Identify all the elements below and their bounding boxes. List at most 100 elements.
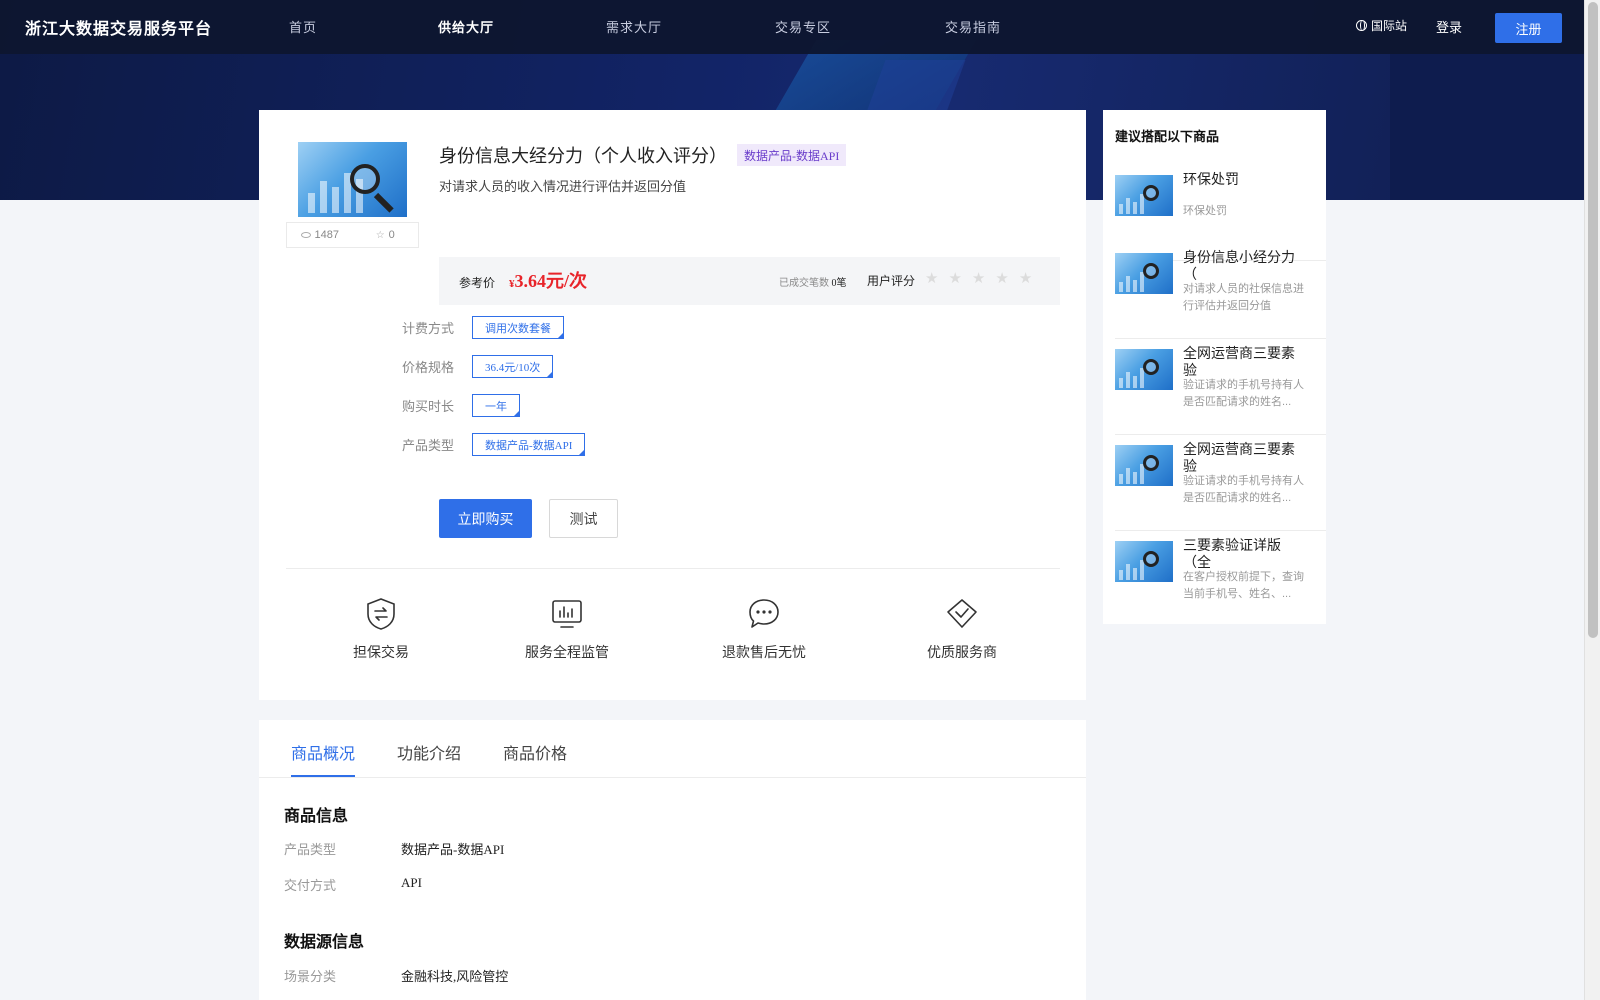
shield-exchange-icon [367, 598, 395, 630]
recommend-item-name: 环保处罚 [1183, 171, 1239, 187]
divider [286, 568, 1060, 569]
spec-label: 产品类型 [402, 438, 455, 453]
recommend-thumbnail [1115, 349, 1173, 390]
price-bar: 参考价 ¥3.64元/次 已成交笔数 0笔 用户评分 ★ ★ ★ ★ ★ [439, 257, 1060, 305]
magnifier-icon [350, 164, 380, 194]
feature-full-supervision: 服务全程监管 [525, 596, 609, 662]
view-count-value: 1487 [314, 229, 339, 241]
recommend-item-name: 全网运营商三要素验 [1183, 441, 1295, 474]
site-logo[interactable]: 浙江大数据交易服务平台 [25, 15, 212, 39]
product-detail-card: 1487 ☆ 0 身份信息大经分力（个人收入评分） 数据产品-数据API 对请求… [259, 110, 1086, 700]
recommend-panel: 建议搭配以下商品 环保处罚 环保处罚 身份信息小经分力（ 对请求人员的社保信息进… [1103, 110, 1326, 624]
product-image [298, 142, 407, 217]
spec-option-product-type[interactable]: 数据产品-数据API [472, 433, 586, 456]
tab-pricing[interactable]: 商品价格 [503, 720, 567, 777]
recommend-item-desc: 验证请求的手机号持有人是否匹配请求的姓名... [1183, 475, 1304, 504]
recommend-item-desc: 对请求人员的社保信息进行评估并返回分值 [1183, 283, 1304, 312]
recommend-item-desc: 在客户授权前提下，查询当前手机号、姓名、... [1183, 571, 1304, 600]
spec-row-billing: 计费方式 调用次数套餐 [402, 316, 564, 339]
spec-label: 购买时长 [402, 399, 455, 414]
deals-label: 已成交笔数 [779, 278, 829, 289]
info-value: 金融科技,风险管控 [401, 969, 509, 984]
spec-option-duration[interactable]: 一年 [472, 394, 520, 417]
tab-features[interactable]: 功能介绍 [397, 720, 461, 777]
deals-count: 已成交笔数 0笔 [779, 274, 847, 289]
star-icon[interactable]: ★ [1019, 269, 1032, 287]
recommend-item-desc: 验证请求的手机号持有人是否匹配请求的姓名... [1183, 379, 1304, 408]
nav-item-supply-hall[interactable]: 供给大厅 [438, 17, 494, 36]
star-icon[interactable]: ★ [972, 269, 985, 287]
spec-option-price-spec[interactable]: 36.4元/10次 [472, 355, 554, 378]
spec-row-duration: 购买时长 一年 [402, 394, 520, 417]
recommend-item-desc: 环保处罚 [1183, 205, 1227, 217]
recommend-item[interactable]: 三要素验证详版（全 在客户授权前提下，查询当前手机号、姓名、... [1115, 531, 1326, 624]
star-outline-icon: ☆ [375, 229, 385, 241]
favorite-count[interactable]: ☆ 0 [353, 229, 419, 241]
info-key: 交付方式 [284, 878, 337, 893]
buy-now-button[interactable]: 立即购买 [439, 499, 532, 538]
diamond-check-icon [947, 599, 977, 628]
product-stats: 1487 ☆ 0 [286, 222, 419, 248]
nav-item-trade-guide[interactable]: 交易指南 [945, 17, 1001, 36]
info-key: 场景分类 [284, 969, 337, 984]
rating-label: 用户评分 [867, 274, 916, 288]
info-row: 场景分类 金融科技,风险管控 [284, 966, 508, 985]
scrollbar-thumb[interactable] [1588, 2, 1598, 638]
nav-item-demand-hall[interactable]: 需求大厅 [606, 17, 662, 36]
deals-value: 0笔 [831, 278, 847, 289]
page-scrollbar[interactable] [1584, 0, 1600, 1000]
section-title-product-info: 商品信息 [284, 808, 349, 825]
info-value: 数据产品-数据API [401, 842, 505, 857]
spec-label: 计费方式 [402, 321, 455, 336]
star-icon[interactable]: ★ [995, 269, 1008, 287]
login-link[interactable]: 登录 [1436, 17, 1462, 36]
magnifier-handle [373, 192, 394, 213]
feature-guaranteed-trade: 担保交易 [353, 596, 409, 662]
spec-label: 价格规格 [402, 360, 455, 375]
recommend-item[interactable]: 身份信息小经分力（ 对请求人员的社保信息进行评估并返回分值 [1115, 243, 1326, 339]
recommend-thumbnail [1115, 445, 1173, 486]
view-count: 1487 [287, 229, 353, 241]
international-site-link[interactable]: 国际站 [1356, 17, 1407, 34]
tab-overview[interactable]: 商品概况 [291, 720, 356, 777]
price-amount: 3.64元/次 [514, 271, 588, 291]
international-site-label: 国际站 [1371, 19, 1408, 33]
feature-refund-worry-free: 退款售后无忧 [722, 596, 806, 662]
feature-quality-provider: 优质服务商 [927, 596, 997, 662]
rating-stars[interactable]: ★ ★ ★ ★ ★ [925, 269, 1032, 287]
info-value: API [401, 875, 422, 890]
feature-label: 退款售后无忧 [722, 644, 806, 660]
recommend-thumbnail [1115, 253, 1173, 294]
hero-decoration [1390, 40, 1584, 200]
price-label: 参考价 [459, 276, 496, 290]
test-button[interactable]: 测试 [549, 499, 618, 538]
recommend-item[interactable]: 全网运营商三要素验 验证请求的手机号持有人是否匹配请求的姓名... [1115, 339, 1326, 435]
product-description: 对请求人员的收入情况进行评估并返回分值 [439, 179, 687, 194]
spec-option-billing[interactable]: 调用次数套餐 [472, 316, 564, 339]
product-title: 身份信息大经分力（个人收入评分） [439, 146, 727, 166]
info-row: 交付方式 API [284, 875, 422, 894]
spec-row-price-spec: 价格规格 36.4元/10次 [402, 355, 554, 378]
price-value: ¥3.64元/次 [509, 267, 587, 293]
recommend-item-name: 身份信息小经分力（ [1183, 249, 1295, 282]
recommend-title: 建议搭配以下商品 [1115, 129, 1220, 144]
tab-bar: 商品概况 功能介绍 商品价格 [291, 720, 567, 777]
section-title-source-info: 数据源信息 [284, 934, 365, 951]
divider [259, 777, 1086, 778]
feature-label: 优质服务商 [927, 644, 997, 660]
product-type-tag: 数据产品-数据API [737, 144, 847, 166]
spec-row-product-type: 产品类型 数据产品-数据API [402, 433, 586, 456]
eye-icon [300, 232, 311, 238]
star-icon[interactable]: ★ [925, 269, 938, 287]
top-navbar: 浙江大数据交易服务平台 首页 供给大厅 需求大厅 交易专区 交易指南 国际站 登… [0, 0, 1584, 54]
nav-item-home[interactable]: 首页 [289, 17, 317, 36]
recommend-item-name: 全网运营商三要素验 [1183, 345, 1295, 378]
recommend-item[interactable]: 全网运营商三要素验 验证请求的手机号持有人是否匹配请求的姓名... [1115, 435, 1326, 531]
monitor-chart-icon [552, 600, 582, 628]
register-button[interactable]: 注册 [1495, 13, 1562, 43]
info-row: 产品类型 数据产品-数据API [284, 839, 504, 858]
star-icon[interactable]: ★ [948, 269, 961, 287]
favorite-count-value: 0 [388, 229, 395, 241]
info-key: 产品类型 [284, 842, 337, 857]
nav-item-trade-zone[interactable]: 交易专区 [775, 17, 831, 36]
